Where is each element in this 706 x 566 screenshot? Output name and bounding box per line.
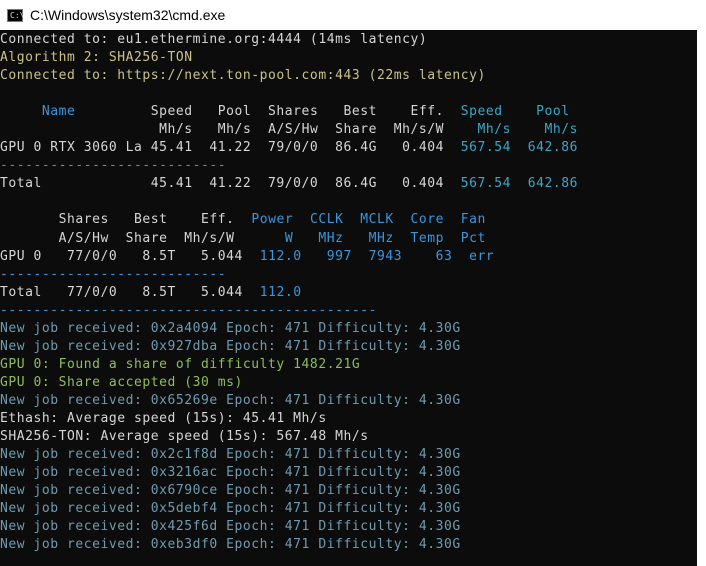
console-line: SHA256-TON: Average speed (15s): 567.48 … [0,428,578,446]
console-text: 567.54 642.86 [460,140,578,156]
console-line: New job received: 0x2c1f8d Epoch: 471 Di… [0,446,578,464]
console-line: --------------------------- [0,157,578,175]
console-text: New job received: 0x2a4094 Epoch: 471 Di… [0,320,461,336]
cmd-icon: C:\ [7,9,25,22]
scrollbar[interactable] [697,30,706,566]
window-title: C:\Windows\system32\cmd.exe [30,7,226,23]
console-text: GPU 0 RTX 3060 La 45.41 41.22 79/0/0 86.… [0,140,461,156]
console-line: GPU 0: Share accepted (30 ms) [0,374,578,392]
console-text: New job received: 0x927dba Epoch: 471 Di… [0,338,461,354]
console-line: Total 45.41 41.22 79/0/0 86.4G 0.404 567… [0,175,578,193]
console-text: GPU 0: Found a share of difficulty 1482.… [0,356,361,372]
console-text: 112.0 [259,284,302,300]
console-text: Ethash: Average speed (15s): 45.41 Mh/s [0,410,327,426]
console-text: --------------------------- [0,266,227,282]
console-line: New job received: 0x927dba Epoch: 471 Di… [0,338,578,356]
console-text: ----------------------------------------… [0,302,377,318]
console-text: A/S/Hw Share Mh/s/W [0,230,285,246]
console-line: New job received: 0xeb3df0 Epoch: 471 Di… [0,536,578,554]
console-line: New job received: 0x65269e Epoch: 471 Di… [0,392,578,410]
console-text: --------------------------- [0,158,227,174]
console-text: Name [0,104,151,120]
console-text: Total 77/0/0 8.5T 5.044 [0,284,260,300]
console-line: Ethash: Average speed (15s): 45.41 Mh/s [0,410,578,428]
console-line: Name Speed Pool Shares Best Eff. Speed P… [0,103,578,121]
console-text: Algorithm 2: SHA256-TON [0,50,193,66]
console-text: New job received: 0x3216ac Epoch: 471 Di… [0,465,461,481]
console-line: Shares Best Eff. Power CCLK MCLK Core Fa… [0,211,578,229]
console-line: Connected to: eu1.ethermine.org:4444 (14… [0,31,578,49]
console-text: Mh/s Mh/s [477,122,579,138]
console-line: --------------------------- [0,266,578,284]
console-line: Total 77/0/0 8.5T 5.044 112.0 [0,284,578,302]
cmd-window: C:\ C:\Windows\system32\cmd.exe Connecte… [0,0,706,566]
terminal-text: Connected to: eu1.ethermine.org:4444 (14… [0,31,578,554]
console-text: 567.54 642.86 [460,176,578,192]
console-line [0,85,578,103]
console-text: W MHz MHz Temp Pct [284,230,486,246]
console-line: Mh/s Mh/s A/S/Hw Share Mh/s/W Mh/s Mh/s [0,121,578,139]
console-text: Shares Best Eff. [0,212,252,228]
console-line: ----------------------------------------… [0,302,578,320]
console-line: A/S/Hw Share Mh/s/W W MHz MHz Temp Pct [0,230,578,248]
console-line: New job received: 0x2a4094 Epoch: 471 Di… [0,320,578,338]
console-line: New job received: 0x6790ce Epoch: 471 Di… [0,482,578,500]
console-line: Connected to: https://next.ton-pool.com:… [0,67,578,85]
console-text: GPU 0: Share accepted (30 ms) [0,374,243,390]
console-text: Speed Pool [460,104,570,120]
console-line: Algorithm 2: SHA256-TON [0,49,578,67]
console-text: New job received: 0x2c1f8d Epoch: 471 Di… [0,447,461,463]
console-line: New job received: 0x425f6d Epoch: 471 Di… [0,518,578,536]
console-text: New job received: 0x425f6d Epoch: 471 Di… [0,519,461,535]
console-text: Total 45.41 41.22 79/0/0 86.4G 0.404 [0,176,461,192]
console-text: Speed Pool Shares Best Eff. [150,104,461,120]
console-line: GPU 0 77/0/0 8.5T 5.044 112.0 997 7943 6… [0,248,578,266]
console-line: New job received: 0x3216ac Epoch: 471 Di… [0,464,578,482]
console-output[interactable]: Connected to: eu1.ethermine.org:4444 (14… [0,30,697,566]
title-bar[interactable]: C:\ C:\Windows\system32\cmd.exe [0,0,706,30]
console-text: New job received: 0xeb3df0 Epoch: 471 Di… [0,537,461,553]
console-text: Power CCLK MCLK Core Fan [251,212,486,228]
console-text: New job received: 0x6790ce Epoch: 471 Di… [0,483,461,499]
console-text: New job received: 0x65269e Epoch: 471 Di… [0,392,461,408]
console-text: GPU 0 77/0/0 8.5T 5.044 [0,248,260,264]
console-line: GPU 0: Found a share of difficulty 1482.… [0,356,578,374]
console-line: New job received: 0x5debf4 Epoch: 471 Di… [0,500,578,518]
console-line: GPU 0 RTX 3060 La 45.41 41.22 79/0/0 86.… [0,139,578,157]
console-text: Connected to: https://next.ton-pool.com:… [0,68,486,84]
console-line [0,193,578,211]
console-text: Mh/s Mh/s A/S/Hw Share Mh/s/W [159,122,478,138]
console-text: 112.0 997 7943 63 err [259,248,495,264]
console-text: Connected to: eu1.ethermine.org:4444 (14… [0,32,428,47]
console-text: SHA256-TON: Average speed (15s): 567.48 … [0,429,369,445]
console-text: New job received: 0x5debf4 Epoch: 471 Di… [0,501,461,517]
cmd-icon-glyph: C:\ [10,11,25,20]
